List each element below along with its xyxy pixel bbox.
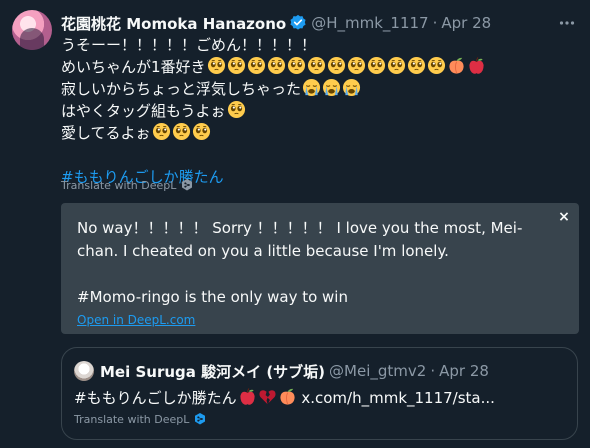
quoted-tweet-link[interactable]: x.com/h_mmk_1117/sta... — [301, 389, 495, 407]
quoted-tweet-text: #ももりんごしか勝たん x.com/h_mmk_1117/sta... — [74, 387, 565, 409]
pleading-face-icon — [267, 56, 286, 75]
pleading-face-icon — [327, 56, 346, 75]
quoted-translate-label: Translate with DeepL — [74, 412, 190, 426]
pleading-face-icon — [172, 122, 191, 141]
pleading-face-icon — [227, 100, 246, 119]
apple-icon — [467, 56, 486, 75]
translation-panel: × No way！！！！！ Sorry ！！！！！ I love you the… — [61, 203, 579, 334]
pleading-face-icon — [207, 56, 226, 75]
tweet-line: 愛してるよぉ — [61, 122, 581, 144]
author-handle[interactable]: @H_mmk_1117 — [311, 14, 428, 32]
quoted-tweet-header: Mei Suruga 駿河メイ (サブ垢) @Mei_gtmv2 · Apr 2… — [74, 360, 565, 382]
pleading-face-icon — [192, 122, 211, 141]
quoted-header-separator: · — [430, 362, 436, 380]
translation-paragraph: No way！！！！！ Sorry ！！！！！ I love you the m… — [77, 219, 523, 260]
translate-label: Translate with DeepL — [61, 178, 177, 192]
tweet-line: 寂しいからちょっと浮気しちゃった — [61, 78, 581, 100]
author-avatar[interactable] — [12, 10, 52, 50]
broken-heart-icon — [258, 387, 277, 406]
tweet-line: めいちゃんが1番好き — [61, 56, 581, 78]
pleading-face-icon — [427, 56, 446, 75]
deepl-icon — [193, 412, 207, 426]
tweet-line: うそーー！！！！！ごめん！！！！！ — [61, 36, 317, 54]
tweet-text: うそーー！！！！！ごめん！！！！！ めいちゃんが1番好き 寂しいからちょっと浮気… — [61, 34, 581, 188]
deepl-icon — [180, 178, 194, 192]
peach-icon — [278, 387, 297, 406]
verified-badge-icon[interactable] — [289, 14, 307, 32]
pleading-face-icon — [387, 56, 406, 75]
apple-icon — [238, 387, 257, 406]
quoted-tweet-date[interactable]: Apr 28 — [439, 362, 489, 380]
open-in-deepl-link[interactable]: Open in DeepL.com — [77, 309, 195, 332]
translation-paragraph: #Momo-ringo is the only way to win — [77, 288, 348, 306]
peach-icon — [447, 56, 466, 75]
more-options-icon[interactable] — [556, 12, 578, 34]
loudly-crying-face-icon — [322, 78, 341, 97]
author-display-name[interactable]: 花園桃花 Momoka Hanazono — [61, 13, 286, 34]
pleading-face-icon — [247, 56, 266, 75]
quoted-tweet[interactable]: Mei Suruga 駿河メイ (サブ垢) @Mei_gtmv2 · Apr 2… — [61, 347, 578, 440]
quoted-author-handle[interactable]: @Mei_gtmv2 — [329, 362, 426, 380]
quoted-hashtag-link[interactable]: #ももりんごしか勝たん — [74, 389, 237, 407]
loudly-crying-face-icon — [302, 78, 321, 97]
tweet-date[interactable]: Apr 28 — [441, 14, 491, 32]
pleading-face-icon — [152, 122, 171, 141]
loudly-crying-face-icon — [342, 78, 361, 97]
pleading-face-icon — [307, 56, 326, 75]
pleading-face-icon — [287, 56, 306, 75]
pleading-face-icon — [407, 56, 426, 75]
pleading-face-icon — [347, 56, 366, 75]
pleading-face-icon — [227, 56, 246, 75]
quoted-translate-button[interactable]: Translate with DeepL — [74, 411, 207, 427]
pleading-face-icon — [367, 56, 386, 75]
tweet-line: はやくタッグ組もうよぉ — [61, 100, 581, 122]
tweet-header: 花園桃花 Momoka Hanazono @H_mmk_1117 · Apr 2… — [61, 12, 578, 34]
header-separator: · — [432, 14, 438, 32]
quoted-author-avatar[interactable] — [74, 361, 94, 381]
quoted-author-display-name[interactable]: Mei Suruga 駿河メイ (サブ垢) — [100, 361, 325, 382]
translate-button[interactable]: Translate with DeepL — [61, 177, 194, 193]
close-translation-icon[interactable]: × — [557, 210, 571, 224]
